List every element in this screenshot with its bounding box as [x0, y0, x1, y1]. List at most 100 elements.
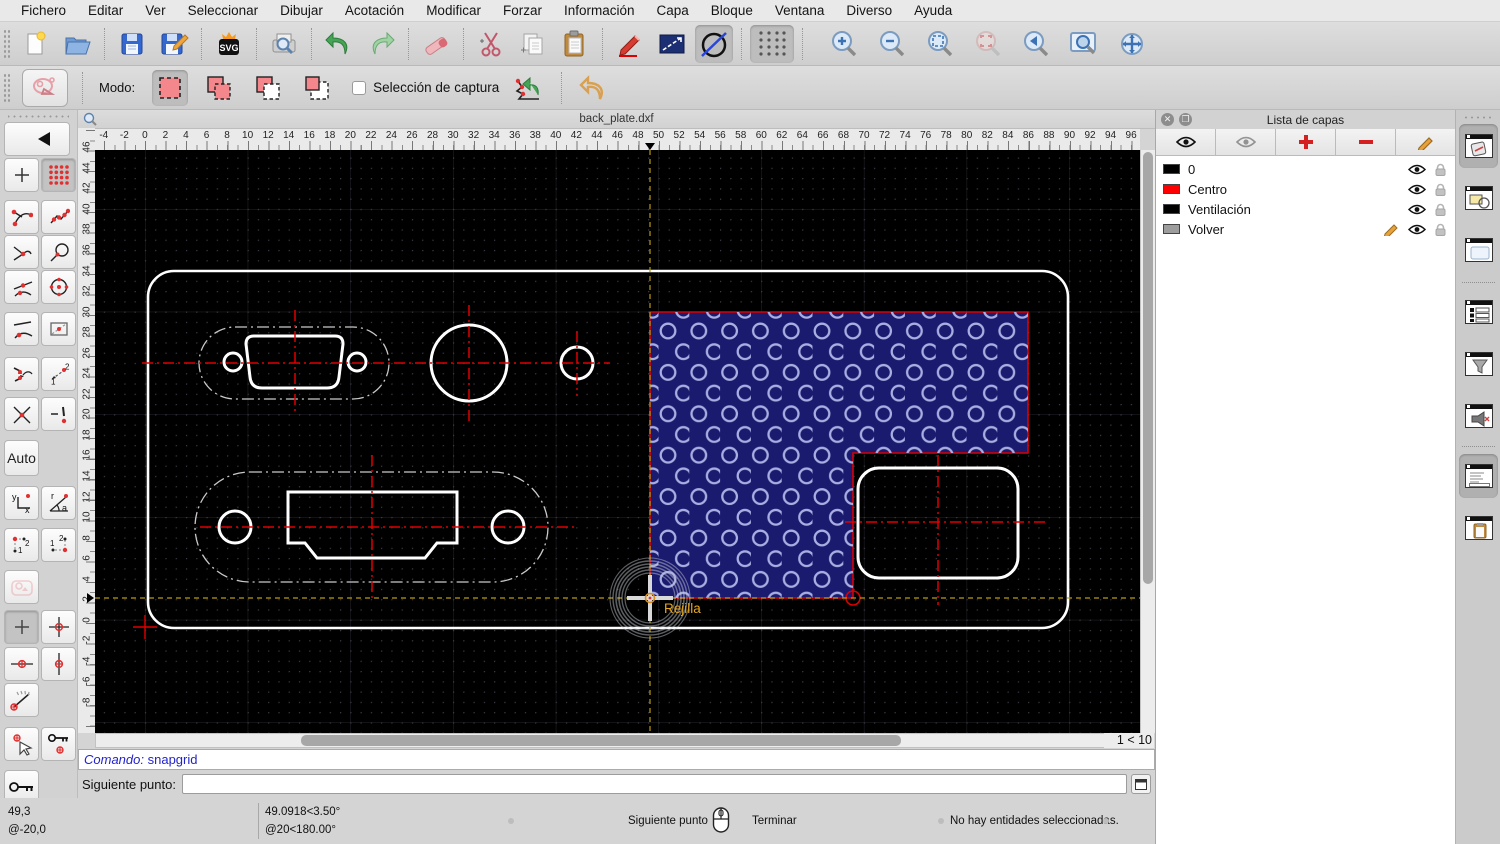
show-all-layers-eye-icon[interactable] — [1156, 129, 1216, 155]
layer-lock-icon[interactable] — [1435, 223, 1446, 236]
angle-snap-icon[interactable] — [4, 683, 39, 717]
snap-on-entity-icon[interactable] — [41, 200, 76, 234]
snap-intersection-manual-2-icon[interactable]: 12 — [41, 357, 76, 391]
cut-scissors-icon[interactable] — [472, 25, 510, 63]
layer-row[interactable]: Centro — [1156, 179, 1455, 199]
back-button[interactable] — [4, 122, 70, 156]
dock-drag-handle[interactable] — [1464, 112, 1492, 122]
save-icon[interactable] — [113, 25, 151, 63]
layer-row[interactable]: 0 — [1156, 159, 1455, 179]
export-svg-icon[interactable]: SVG — [210, 25, 248, 63]
add-layer-icon[interactable] — [1276, 129, 1336, 155]
restrict-nothing-icon[interactable] — [4, 610, 39, 644]
layer-panel-titlebar[interactable]: ✕ ❐ Lista de capas — [1156, 110, 1455, 129]
print-preview-icon[interactable] — [265, 25, 303, 63]
menu-modificar[interactable]: Modificar — [415, 3, 492, 18]
edit-layer-icon[interactable] — [1396, 129, 1455, 155]
menu-seleccionar[interactable]: Seleccionar — [177, 3, 270, 18]
remove-layer-icon[interactable] — [1336, 129, 1396, 155]
circle-line-toggle-icon[interactable] — [695, 24, 733, 63]
restriction-indicator-icon[interactable] — [4, 570, 39, 604]
snap-intersection-manual-icon[interactable] — [4, 357, 39, 391]
snap-middle-icon[interactable] — [4, 270, 39, 304]
menu-dibujar[interactable]: Dibujar — [269, 3, 334, 18]
redo-icon[interactable] — [362, 25, 400, 63]
canvas-horizontal-scrollbar[interactable] — [95, 733, 1108, 748]
restrict-vertical-icon[interactable] — [41, 647, 76, 681]
snap-grid-toggle-icon[interactable] — [750, 24, 794, 63]
blocks-dock-icon[interactable] — [1459, 176, 1498, 220]
restrict-orthogonal-icon[interactable] — [41, 610, 76, 644]
layer-lock-icon[interactable] — [1435, 203, 1446, 216]
snap-exclusive-icon[interactable] — [41, 397, 76, 431]
command-input[interactable] — [181, 774, 1127, 794]
menu-bloque[interactable]: Bloque — [700, 3, 764, 18]
snap-center-icon[interactable] — [41, 270, 76, 304]
undo-action-icon[interactable] — [574, 69, 612, 107]
select-mode-intersect-icon[interactable] — [299, 70, 335, 106]
filter-dock-icon[interactable] — [1459, 342, 1498, 386]
snap-intersection-icon[interactable] — [41, 312, 76, 346]
select-mode-subtract-icon[interactable] — [250, 70, 286, 106]
copy-icon[interactable] — [514, 25, 552, 63]
vscroll-thumb[interactable] — [1143, 152, 1153, 584]
library-dock-icon[interactable] — [1459, 228, 1498, 272]
zoom-auto-icon[interactable] — [921, 25, 959, 63]
layer-lock-icon[interactable] — [1435, 183, 1446, 196]
zoom-pan-icon[interactable] — [1113, 25, 1151, 63]
delete-eraser-icon[interactable] — [417, 25, 455, 63]
layer-visibility-eye-icon[interactable] — [1408, 204, 1426, 215]
drawing-canvas[interactable]: Rejilla — [95, 150, 1140, 733]
menu-ver[interactable]: Ver — [134, 3, 176, 18]
toolbar-drag-handle[interactable] — [3, 28, 11, 59]
snap-distance-icon[interactable] — [4, 312, 39, 346]
zoom-out-icon[interactable] — [873, 25, 911, 63]
menu-editar[interactable]: Editar — [77, 3, 134, 18]
snap-endpoints-icon[interactable] — [4, 200, 39, 234]
toolbar-drag-handle[interactable] — [3, 72, 11, 103]
document-titlebar[interactable]: back_plate.dxf — [78, 110, 1155, 129]
select-mode-window-icon[interactable] — [152, 69, 189, 106]
zoom-window-icon[interactable] — [1065, 25, 1103, 63]
save-as-icon[interactable] — [155, 25, 193, 63]
snap-indicator-button[interactable] — [22, 68, 68, 107]
command-dock-button[interactable] — [1131, 774, 1151, 794]
snap-free-icon[interactable] — [4, 158, 39, 192]
menu-ventana[interactable]: Ventana — [764, 3, 836, 18]
plugin-dock-icon[interactable] — [1459, 394, 1498, 438]
select-reference-icon[interactable] — [4, 727, 39, 761]
snap-auto-button[interactable]: Auto — [4, 440, 39, 476]
sidebar-drag-handle[interactable] — [8, 111, 69, 121]
menu-forzar[interactable]: Forzar — [492, 3, 553, 18]
zoom-previous-icon[interactable] — [1017, 25, 1055, 63]
lock-relative-zero-icon[interactable] — [41, 727, 76, 761]
hscroll-thumb[interactable] — [301, 735, 901, 746]
undo-icon[interactable] — [320, 25, 358, 63]
clipboard-dock-icon[interactable] — [1459, 506, 1498, 550]
pen-dock-icon[interactable] — [1459, 124, 1498, 168]
relative-point-2-icon[interactable]: 12 — [41, 528, 76, 562]
menu-diverso[interactable]: Diverso — [835, 3, 903, 18]
line-attributes-icon[interactable] — [653, 25, 691, 63]
layer-list-dock-icon[interactable] — [1459, 290, 1498, 334]
relative-point-1-icon[interactable]: 12 — [4, 528, 39, 562]
open-file-icon[interactable] — [58, 25, 96, 63]
layer-lock-icon[interactable] — [1435, 163, 1446, 176]
menu-ayuda[interactable]: Ayuda — [903, 3, 963, 18]
snap-grid-icon[interactable] — [41, 158, 76, 192]
snap-tangent-icon[interactable] — [41, 235, 76, 269]
draw-pen-icon[interactable] — [611, 25, 649, 63]
menu-capa[interactable]: Capa — [646, 3, 700, 18]
layer-visibility-eye-icon[interactable] — [1408, 224, 1426, 235]
canvas-vertical-scrollbar[interactable] — [1140, 150, 1155, 733]
paste-icon[interactable] — [556, 25, 594, 63]
new-file-icon[interactable] — [16, 25, 54, 63]
menu-fichero[interactable]: Fichero — [10, 3, 77, 18]
menu-informacion[interactable]: Información — [553, 3, 646, 18]
snap-sequence-icon[interactable] — [509, 69, 547, 107]
command-dock-icon[interactable] — [1459, 454, 1498, 498]
select-mode-add-icon[interactable] — [201, 70, 237, 106]
snap-cross-icon[interactable] — [4, 397, 39, 431]
layer-row[interactable]: Volver — [1156, 219, 1455, 239]
menu-acotacion[interactable]: Acotación — [334, 3, 415, 18]
